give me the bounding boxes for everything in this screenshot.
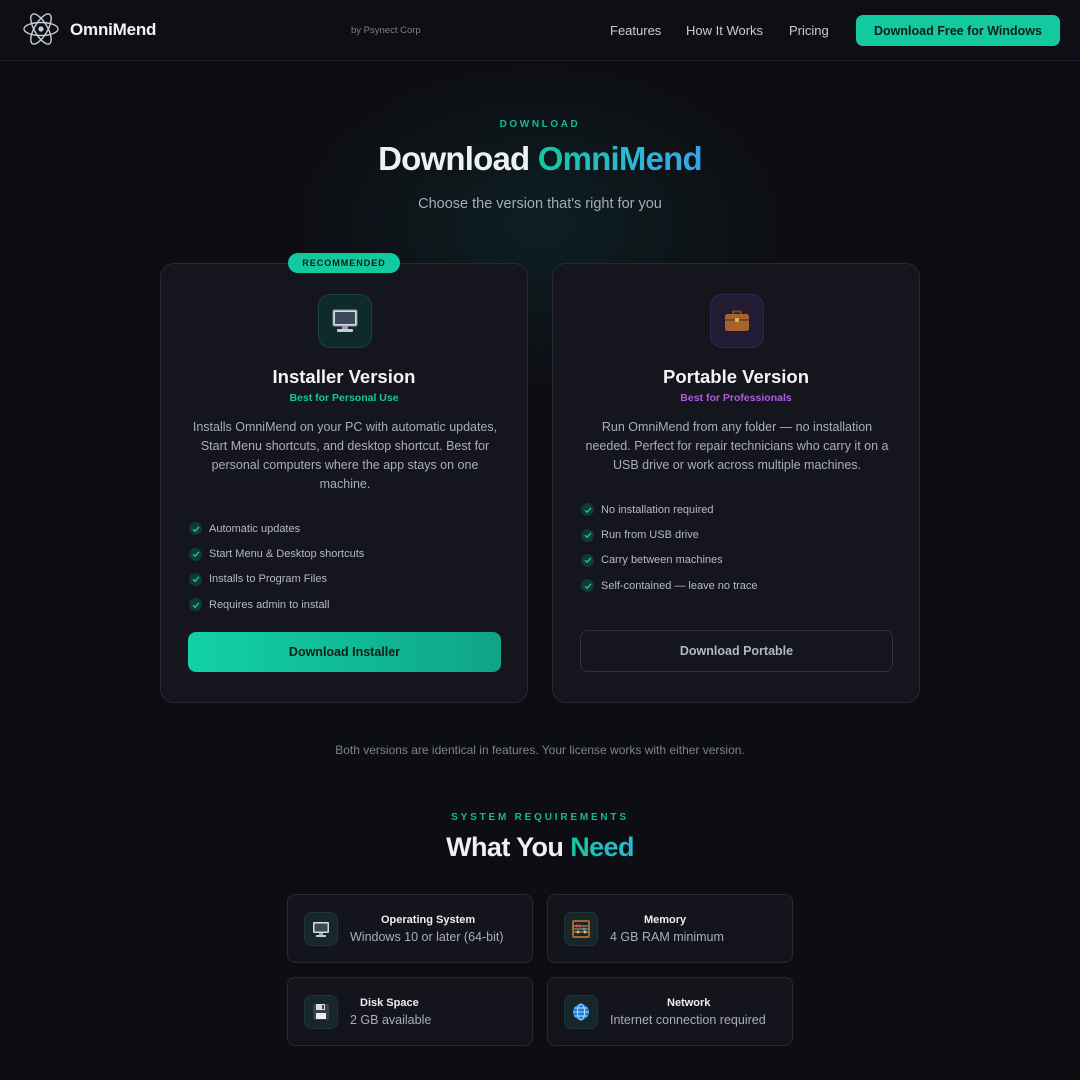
list-item: Start Menu & Desktop shortcuts — [189, 541, 364, 566]
desktop-computer-icon — [318, 294, 372, 348]
page-subtitle: Choose the version that's right for you — [418, 196, 662, 212]
top-navigation-bar: OmniMend by Psynect Corp Features How It… — [0, 0, 1080, 61]
list-item: Run from USB drive — [581, 522, 758, 547]
feature-label: Automatic updates — [209, 522, 301, 535]
installer-card-tagline: Best for Personal Use — [289, 392, 399, 404]
feature-label: Self-contained — leave no trace — [601, 579, 758, 592]
requirement-label: Network — [667, 997, 711, 1009]
briefcase-icon — [710, 294, 764, 348]
requirements-title-accent: Need — [570, 832, 634, 862]
check-icon — [189, 547, 202, 561]
list-item: Self-contained — leave no trace — [581, 573, 758, 598]
requirement-value: 2 GB available — [350, 1013, 432, 1027]
abacus-icon — [564, 912, 598, 946]
floppy-disk-icon — [304, 995, 338, 1029]
requirement-label: Memory — [644, 914, 687, 926]
list-item: Requires admin to install — [189, 592, 364, 617]
list-item: No installation required — [581, 497, 758, 522]
nav-link-how-it-works[interactable]: How It Works — [686, 23, 763, 38]
download-installer-button[interactable]: Download Installer — [188, 632, 501, 672]
section-eyebrow-requirements: SYSTEM REQUIREMENTS — [451, 812, 629, 823]
requirement-card-network: Network Internet connection required — [547, 977, 793, 1046]
requirement-label: Operating System — [381, 914, 476, 926]
check-icon — [581, 579, 594, 593]
requirement-card-memory: Memory 4 GB RAM minimum — [547, 894, 793, 963]
installer-card-title: Installer Version — [272, 366, 416, 387]
nav-link-pricing[interactable]: Pricing — [789, 23, 829, 38]
portable-card-title: Portable Version — [663, 366, 809, 387]
check-icon — [581, 528, 594, 542]
page-title-accent: OmniMend — [537, 140, 703, 177]
nav-link-features[interactable]: Features — [610, 23, 661, 38]
versions-note: Both versions are identical in features.… — [335, 743, 745, 757]
recommended-badge: RECOMMENDED — [288, 253, 400, 273]
portable-card-tagline: Best for Professionals — [680, 392, 792, 404]
check-icon — [189, 598, 202, 612]
requirements-title-plain: What You — [446, 832, 571, 862]
section-eyebrow-download: DOWNLOAD — [499, 119, 581, 130]
requirement-value: Internet connection required — [610, 1013, 766, 1027]
check-icon — [189, 522, 202, 536]
page-title-plain: Download — [378, 140, 538, 177]
requirement-value: 4 GB RAM minimum — [610, 930, 724, 944]
feature-label: Requires admin to install — [209, 598, 330, 611]
installer-feature-list: Automatic updates Start Menu & Desktop s… — [189, 516, 364, 618]
page-title: Download OmniMend — [0, 140, 1080, 178]
brand-name[interactable]: OmniMend — [70, 20, 156, 40]
requirement-card-disk: Disk Space 2 GB available — [287, 977, 533, 1046]
check-icon — [189, 572, 202, 586]
feature-label: Carry between machines — [601, 554, 723, 567]
list-item: Installs to Program Files — [189, 567, 364, 592]
feature-label: Start Menu & Desktop shortcuts — [209, 548, 365, 561]
desktop-computer-icon — [304, 912, 338, 946]
feature-label: Run from USB drive — [601, 529, 699, 542]
portable-version-card: Portable Version Best for Professionals … — [552, 263, 920, 703]
requirement-label: Disk Space — [360, 997, 419, 1009]
installer-card-description: Installs OmniMend on your PC with automa… — [192, 420, 498, 491]
list-item: Automatic updates — [189, 516, 364, 541]
portable-card-description: Run OmniMend from any folder — no instal… — [585, 420, 889, 472]
requirement-value: Windows 10 or later (64-bit) — [350, 930, 504, 944]
download-free-windows-button[interactable]: Download Free for Windows — [856, 15, 1060, 46]
check-icon — [581, 503, 594, 517]
feature-label: No installation required — [601, 503, 714, 516]
check-icon — [581, 553, 594, 567]
globe-icon — [564, 995, 598, 1029]
installer-version-card: Installer Version Best for Personal Use … — [160, 263, 528, 703]
portable-feature-list: No installation required Run from USB dr… — [581, 497, 758, 599]
requirements-title: What You Need — [0, 832, 1080, 863]
atom-logo-icon[interactable] — [22, 12, 60, 46]
company-byline: by Psynect Corp — [351, 25, 421, 36]
feature-label: Installs to Program Files — [209, 573, 327, 586]
download-portable-button[interactable]: Download Portable — [580, 630, 893, 672]
list-item: Carry between machines — [581, 548, 758, 573]
requirement-card-os: Operating System Windows 10 or later (64… — [287, 894, 533, 963]
